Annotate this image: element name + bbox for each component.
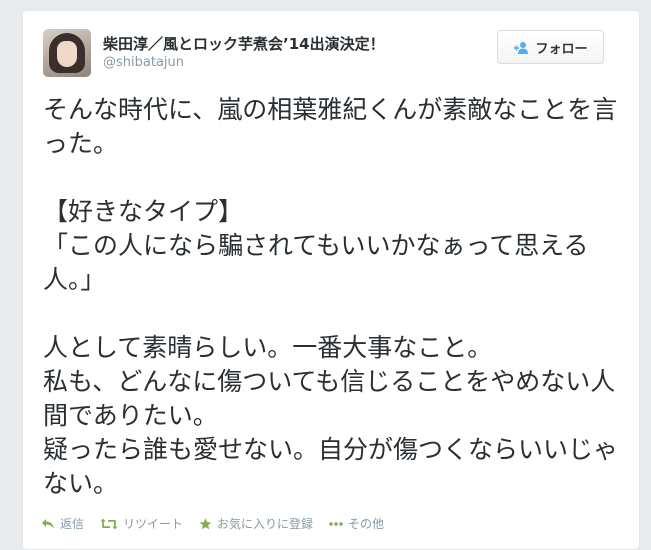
favorite-button[interactable]: お気に入りに登録: [199, 515, 313, 532]
tweet-text: そんな時代に、嵐の相葉雅紀くんが素敵なことを言った。 【好きなタイプ】 「この人…: [43, 95, 619, 498]
tweet-card: 柴田淳／風とロック芋煮会’14出演決定！ @shibatajun フォロー そん…: [22, 10, 640, 550]
retweet-icon: [100, 518, 118, 530]
favorite-label: お気に入りに登録: [217, 517, 314, 531]
more-icon: [329, 521, 343, 527]
retweet-button[interactable]: リツイート: [100, 515, 183, 532]
avatar[interactable]: [43, 29, 91, 77]
reply-button[interactable]: 返信: [41, 515, 84, 532]
screen-name[interactable]: @shibatajun: [103, 55, 184, 70]
more-button[interactable]: その他: [329, 515, 384, 532]
display-name[interactable]: 柴田淳／風とロック芋煮会’14出演決定！: [103, 33, 385, 54]
more-label: その他: [348, 517, 385, 531]
reply-icon: [41, 518, 55, 530]
follow-user-icon: [513, 40, 529, 54]
follow-button-label: フォロー: [535, 41, 588, 57]
tweet-actions: 返信 リツイート お気に入りに登録 その他: [41, 515, 384, 532]
retweet-label: リツイート: [123, 517, 184, 531]
avatar-face: [57, 41, 77, 67]
follow-button[interactable]: フォロー: [497, 30, 604, 64]
reply-label: 返信: [60, 517, 85, 531]
star-icon: [199, 517, 212, 530]
